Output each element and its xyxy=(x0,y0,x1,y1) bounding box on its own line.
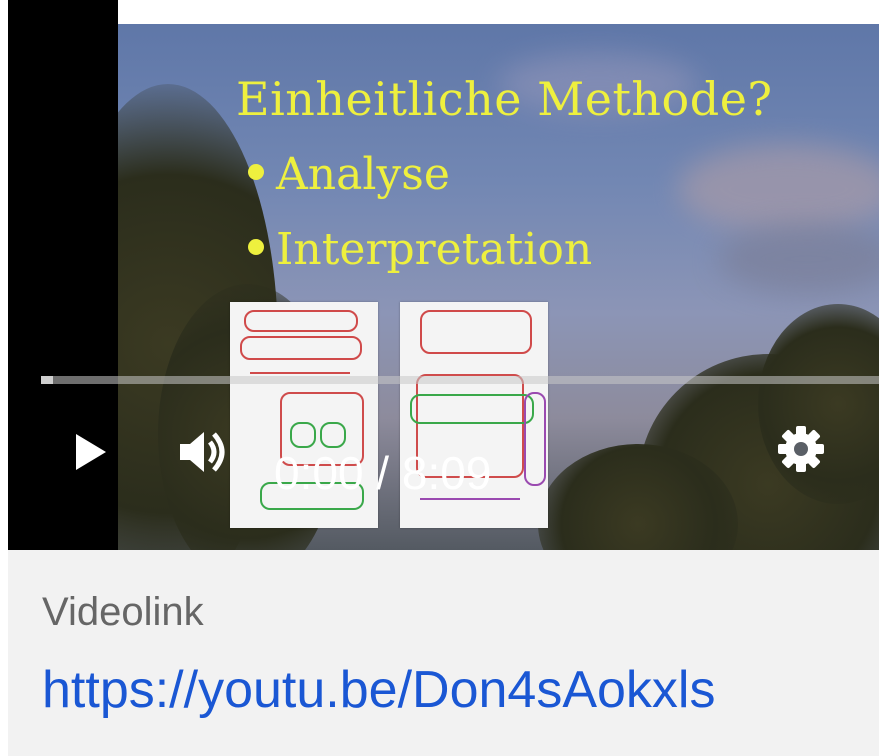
progress-played xyxy=(41,376,53,384)
videolink-label: Videolink xyxy=(42,590,204,634)
time-display: 0:00 / 8:09 xyxy=(274,447,492,499)
volume-icon[interactable] xyxy=(176,424,232,480)
bullet-dot xyxy=(248,238,264,255)
video-link[interactable]: https://youtu.be/Don4sAokxls xyxy=(42,660,716,720)
slide-bullet-interpretation: Interpretation xyxy=(248,224,592,275)
slide-bullet-text: Analyse xyxy=(276,149,450,200)
video-frame[interactable]: Einheitliche Methode? Analyse Interpreta… xyxy=(118,24,879,550)
video-card: Einheitliche Methode? Analyse Interpreta… xyxy=(8,0,879,756)
video-player[interactable]: Einheitliche Methode? Analyse Interpreta… xyxy=(8,0,879,550)
slide-title: Einheitliche Methode? xyxy=(236,72,773,126)
player-top-edge xyxy=(118,0,879,24)
bullet-dot xyxy=(248,163,264,180)
slide-bullet-text: Interpretation xyxy=(276,224,593,275)
progress-bar[interactable] xyxy=(41,376,879,384)
play-icon[interactable] xyxy=(70,430,110,474)
slide-bullet-analyse: Analyse xyxy=(248,149,450,200)
gear-icon[interactable] xyxy=(776,424,826,474)
